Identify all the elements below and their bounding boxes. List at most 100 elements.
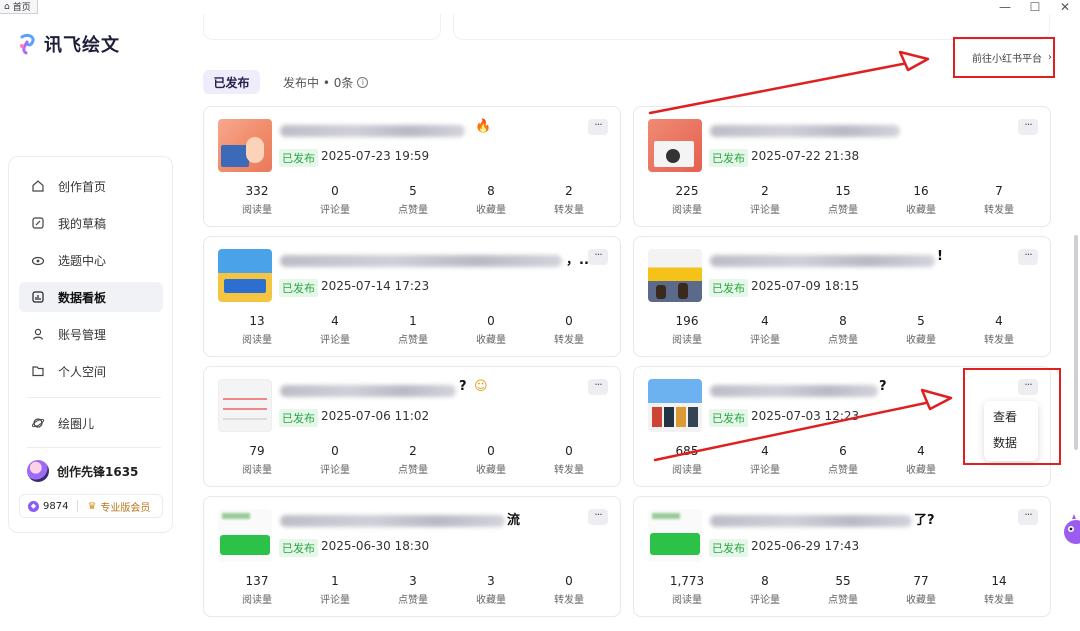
post-thumbnail (648, 379, 702, 432)
share-label: 转发量 (984, 205, 1014, 216)
post-card[interactable]: ，... 已发布 2025-07-14 17:23 ··· 13 阅读量 4 评论量… (203, 236, 621, 357)
post-thumbnail (648, 119, 702, 172)
sidebar-item-label: 账号管理 (58, 327, 107, 342)
post-title-tail: 了? (914, 513, 935, 528)
sidebar-item-space[interactable]: 个人空间 (19, 356, 163, 386)
favorite-count: 16 (913, 184, 929, 198)
comment-count: 8 (761, 574, 769, 588)
like-label: 点赞量 (398, 595, 428, 606)
chart-icon (31, 290, 45, 304)
maximize-button[interactable]: ☐ (1028, 0, 1042, 14)
stats-separator (77, 500, 79, 512)
share-label: 转发量 (984, 335, 1014, 346)
like-count: 6 (839, 444, 847, 458)
post-date: 2025-07-03 12:23 (751, 409, 860, 423)
more-button[interactable]: ··· (588, 249, 608, 265)
post-stats: 332 阅读量 0 评论量 5 点赞量 8 收藏量 2 转发量 (218, 184, 608, 216)
post-title-blurred (710, 385, 878, 397)
post-card[interactable]: ! 已发布 2025-07-09 18:15 ··· 196 阅读量 4 评论量 8… (633, 236, 1051, 357)
favorite-count: 8 (487, 184, 495, 198)
comment-label: 评论量 (750, 465, 780, 476)
info-icon[interactable]: i (357, 76, 369, 88)
status-badge: 已发布 (279, 279, 318, 297)
favorite-count: 0 (487, 444, 495, 458)
post-thumbnail (648, 509, 702, 562)
comment-label: 评论量 (320, 205, 350, 216)
tab-publishing-label: 发布中 • 0条 (283, 75, 354, 90)
scrollbar[interactable] (1074, 235, 1078, 450)
home-tab[interactable]: ⌂ 首页 (0, 0, 38, 14)
share-count: 7 (995, 184, 1003, 198)
like-count: 1 (409, 314, 417, 328)
sidebar-item-circle[interactable]: 绘圈儿 (19, 408, 163, 438)
sidebar-divider (27, 397, 161, 398)
sidebar-divider (27, 447, 161, 448)
status-badge: 已发布 (279, 149, 318, 167)
thinking-face-icon: ☺ (474, 379, 488, 394)
sidebar-item-label: 绘圈儿 (58, 416, 95, 431)
app-logo[interactable]: 讯飞绘文 (18, 31, 120, 57)
more-button[interactable]: ··· (588, 379, 608, 395)
crown-icon: ♛ (87, 500, 97, 512)
sidebar-item-topics[interactable]: 选题中心 (19, 245, 163, 275)
like-label: 点赞量 (828, 465, 858, 476)
post-card[interactable]: 流 已发布 2025-06-30 18:30 ··· 137 阅读量 1 评论量 3… (203, 496, 621, 617)
comment-count: 4 (761, 314, 769, 328)
close-button[interactable]: ✕ (1058, 0, 1072, 14)
comment-label: 评论量 (750, 595, 780, 606)
post-card[interactable]: 了? 已发布 2025-06-29 17:43 ··· 1,773 阅读量 8 评论… (633, 496, 1051, 617)
post-card[interactable]: 🔥 已发布 2025-07-23 19:59 ··· 332 阅读量 0 评论量 5… (203, 106, 621, 227)
post-date: 2025-07-22 21:38 (751, 149, 860, 163)
coin-icon: ◆ (28, 500, 39, 512)
share-count: 0 (565, 574, 573, 588)
sidebar-item-label: 数据看板 (58, 290, 107, 305)
share-label: 转发量 (554, 595, 584, 606)
comment-count: 4 (331, 314, 339, 328)
favorite-label: 收藏量 (476, 335, 506, 346)
share-count: 14 (991, 574, 1007, 588)
tab-publishing[interactable]: 发布中 • 0条 i (283, 70, 369, 94)
post-card[interactable]: 已发布 2025-07-22 21:38 ··· 225 阅读量 2 评论量 15 点… (633, 106, 1051, 227)
sidebar-item-dashboard[interactable]: 数据看板 (19, 282, 163, 312)
post-thumbnail (218, 249, 272, 302)
minimize-button[interactable]: — (998, 0, 1012, 14)
tab-published[interactable]: 已发布 (203, 70, 260, 94)
eye-icon (31, 253, 45, 267)
post-title-blurred (280, 385, 456, 397)
more-button[interactable]: ··· (1018, 249, 1038, 265)
read-count: 13 (249, 314, 265, 328)
sidebar-item-accounts[interactable]: 账号管理 (19, 319, 163, 349)
post-title-blurred (710, 125, 900, 137)
favorite-label: 收藏量 (476, 595, 506, 606)
comment-count: 4 (761, 444, 769, 458)
user-stats[interactable]: ◆ 9874 ♛ 专业版会员 (19, 494, 163, 518)
read-label: 阅读量 (242, 465, 272, 476)
fire-icon: 🔥 (475, 119, 492, 134)
favorite-label: 收藏量 (906, 595, 936, 606)
read-label: 阅读量 (242, 205, 272, 216)
sidebar: 创作首页 我的草稿 选题中心 数据看板 账号管理 个人空间 绘圈儿 创作先锋16… (8, 156, 173, 533)
more-button[interactable]: ··· (1018, 509, 1038, 525)
sidebar-item-home[interactable]: 创作首页 (19, 171, 163, 201)
more-button[interactable]: ··· (588, 509, 608, 525)
like-count: 2 (409, 444, 417, 458)
share-count: 0 (565, 444, 573, 458)
sidebar-item-label: 我的草稿 (58, 216, 107, 231)
sidebar-item-drafts[interactable]: 我的草稿 (19, 208, 163, 238)
post-date: 2025-06-29 17:43 (751, 539, 860, 553)
more-button[interactable]: ··· (588, 119, 608, 135)
user-profile[interactable]: 创作先锋1635 (27, 460, 138, 482)
more-button[interactable]: ··· (1018, 119, 1038, 135)
like-label: 点赞量 (828, 595, 858, 606)
post-thumbnail (218, 379, 272, 432)
like-count: 3 (409, 574, 417, 588)
mascot-icon[interactable] (1062, 512, 1080, 544)
annotation-box-platform (953, 37, 1055, 78)
membership-label: 专业版会员 (100, 502, 151, 514)
post-card[interactable]: ? ☺ 已发布 2025-07-06 11:02 ··· 79 阅读量 0 评论量 … (203, 366, 621, 487)
favorite-count: 5 (917, 314, 925, 328)
favorite-label: 收藏量 (476, 205, 506, 216)
top-panel-left (203, 14, 441, 40)
post-title-tail: ? (879, 379, 887, 394)
share-label: 转发量 (984, 595, 1014, 606)
